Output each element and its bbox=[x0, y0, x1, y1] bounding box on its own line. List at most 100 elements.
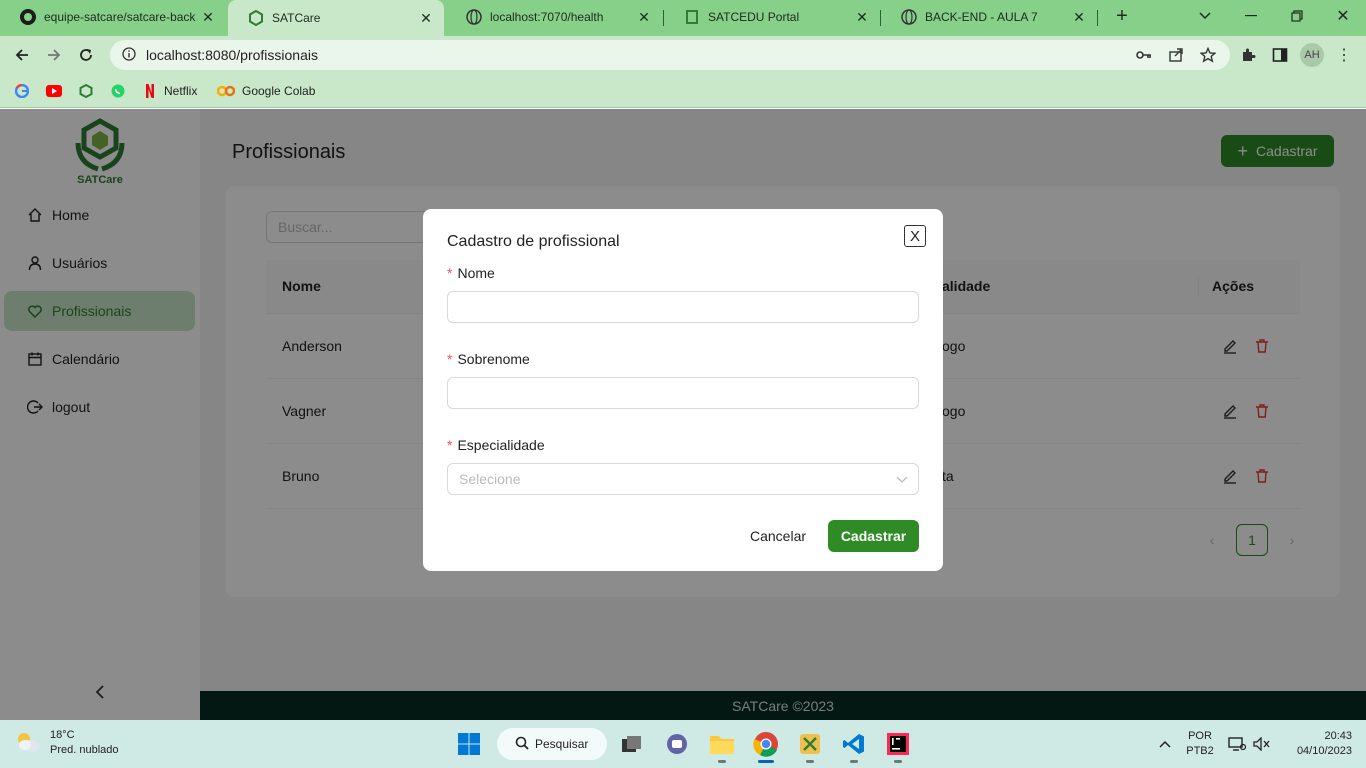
running-indicator bbox=[894, 760, 902, 763]
bookmark-star-icon[interactable] bbox=[1197, 44, 1219, 66]
sobrenome-input[interactable] bbox=[447, 377, 919, 409]
select-placeholder: Selecione bbox=[459, 471, 521, 487]
share-icon[interactable] bbox=[1165, 44, 1187, 66]
field-label-text: Especialidade bbox=[457, 437, 545, 453]
tab-title: localhost:7070/health bbox=[490, 10, 604, 24]
side-panel-icon[interactable] bbox=[1269, 44, 1291, 66]
field-label-text: Sobrenome bbox=[457, 351, 530, 367]
minimize-icon[interactable] bbox=[1229, 0, 1273, 32]
start-button[interactable] bbox=[453, 728, 485, 760]
input-language[interactable]: POR PTB2 bbox=[1184, 729, 1216, 759]
cancel-button[interactable]: Cancelar bbox=[741, 520, 815, 552]
app-viewport: SATCare Home Usuários Profissionais Cale… bbox=[0, 109, 1366, 720]
browser-toolbar: localhost:8080/profissionais AH ⋮ bbox=[0, 36, 1366, 74]
key-icon[interactable] bbox=[1133, 44, 1155, 66]
chrome-menu-icon[interactable]: ⋮ bbox=[1333, 44, 1355, 66]
field-label-sobrenome: * Sobrenome bbox=[447, 351, 530, 367]
required-marker: * bbox=[447, 265, 453, 281]
extensions-icon[interactable] bbox=[1237, 44, 1259, 66]
url-text: localhost:8080/profissionais bbox=[146, 47, 318, 63]
file-explorer-icon[interactable] bbox=[706, 728, 738, 763]
running-indicator bbox=[718, 760, 726, 763]
satcedu-icon bbox=[684, 9, 700, 25]
teams-chat-icon[interactable] bbox=[661, 728, 693, 760]
tab-title: BACK-END - AULA 7 bbox=[925, 10, 1038, 24]
bookmark-google[interactable] bbox=[14, 82, 36, 100]
vscode-icon[interactable] bbox=[838, 728, 870, 763]
running-indicator bbox=[758, 760, 774, 763]
task-view-icon[interactable] bbox=[616, 728, 648, 760]
close-tab-icon[interactable]: ✕ bbox=[854, 9, 870, 26]
satcare-icon bbox=[78, 83, 94, 99]
close-icon[interactable]: X bbox=[904, 225, 926, 247]
weather-temp: 18°C bbox=[50, 729, 75, 741]
google-icon bbox=[14, 83, 30, 99]
professional-form-modal: Cadastro de profissional X * Nome * Sobren… bbox=[423, 209, 943, 571]
close-window-icon[interactable]: ✕ bbox=[1321, 0, 1365, 32]
modal-title: Cadastro de profissional bbox=[447, 233, 620, 250]
snipping-tool-icon[interactable] bbox=[794, 728, 826, 763]
profile-avatar[interactable]: AH bbox=[1300, 43, 1324, 67]
clock-time: 20:43 bbox=[1324, 730, 1352, 742]
browser-tab-health[interactable]: localhost:7070/health ✕ bbox=[446, 0, 662, 34]
bookmark-youtube[interactable] bbox=[46, 82, 68, 100]
language-code: POR bbox=[1188, 730, 1212, 742]
back-icon[interactable] bbox=[8, 41, 36, 69]
clock-date: 04/10/2023 bbox=[1296, 745, 1352, 757]
bookmark-whatsapp[interactable] bbox=[110, 82, 132, 100]
taskbar-search[interactable]: Pesquisar bbox=[497, 728, 607, 760]
close-tab-icon[interactable]: ✕ bbox=[200, 9, 216, 26]
close-tab-icon[interactable]: ✕ bbox=[636, 9, 652, 26]
nome-input[interactable] bbox=[447, 291, 919, 323]
intellij-icon[interactable] bbox=[882, 728, 914, 763]
address-bar[interactable]: localhost:8080/profissionais bbox=[110, 40, 1230, 70]
volume-muted-icon[interactable] bbox=[1250, 728, 1274, 760]
cloudy-weather-icon bbox=[14, 730, 42, 757]
bookmark-label: Netflix bbox=[164, 84, 198, 98]
windows-taskbar: 18°C Pred. nublado Pesquisar POR PTB2 20… bbox=[0, 720, 1366, 768]
network-icon[interactable] bbox=[1224, 728, 1250, 760]
running-indicator bbox=[806, 760, 814, 763]
running-indicator bbox=[850, 760, 858, 763]
tab-search-icon[interactable] bbox=[1183, 0, 1227, 32]
youtube-icon bbox=[46, 83, 62, 99]
reload-icon[interactable] bbox=[72, 41, 100, 69]
field-label-nome: * Nome bbox=[447, 265, 495, 281]
tray-overflow-icon[interactable] bbox=[1150, 728, 1180, 760]
browser-tab-github[interactable]: equipe-satcare/satcare-back ✕ bbox=[0, 0, 226, 34]
taskbar-search-label: Pesquisar bbox=[535, 737, 589, 751]
chrome-taskbar-icon[interactable] bbox=[750, 728, 782, 763]
required-marker: * bbox=[447, 351, 453, 367]
tab-title: SATCare bbox=[272, 11, 321, 25]
browser-tab-strip: equipe-satcare/satcare-back ✕ SATCare ✕ … bbox=[0, 0, 1366, 36]
especialidade-select[interactable]: Selecione bbox=[447, 463, 919, 495]
browser-tab-satcare[interactable]: SATCare ✕ bbox=[228, 0, 444, 36]
tab-title: SATCEDU Portal bbox=[708, 10, 800, 24]
weather-desc: Pred. nublado bbox=[50, 744, 119, 756]
browser-tab-satcedu[interactable]: SATCEDU Portal ✕ bbox=[664, 0, 880, 34]
bookmark-netflix[interactable]: Netflix bbox=[142, 82, 197, 100]
close-tab-icon[interactable]: ✕ bbox=[1071, 9, 1087, 26]
whatsapp-icon bbox=[110, 83, 126, 99]
satcare-favicon-icon bbox=[248, 10, 264, 26]
globe-icon bbox=[466, 9, 482, 25]
bookmark-label: Google Colab bbox=[242, 84, 316, 98]
github-icon bbox=[20, 9, 36, 25]
colab-icon bbox=[216, 83, 236, 99]
search-icon bbox=[515, 736, 529, 753]
site-info-icon[interactable] bbox=[122, 46, 136, 64]
netflix-icon bbox=[142, 83, 158, 99]
bookmark-satcare[interactable] bbox=[78, 82, 100, 100]
forward-icon[interactable] bbox=[40, 41, 68, 69]
bookmark-google-colab[interactable]: Google Colab bbox=[216, 82, 315, 100]
close-tab-icon[interactable]: ✕ bbox=[418, 10, 434, 27]
weather-widget[interactable]: 18°C Pred. nublado bbox=[14, 728, 119, 758]
submit-button[interactable]: Cadastrar bbox=[828, 520, 919, 552]
chevron-down-icon bbox=[896, 472, 908, 484]
bookmarks-bar: Netflix Google Colab bbox=[0, 74, 1366, 108]
field-label-especialidade: * Especialidade bbox=[447, 437, 545, 453]
new-tab-icon[interactable]: + bbox=[1100, 0, 1144, 32]
browser-tab-backend[interactable]: BACK-END - AULA 7 ✕ bbox=[881, 0, 1097, 34]
clock[interactable]: 20:43 04/10/2023 bbox=[1282, 729, 1352, 759]
restore-icon[interactable] bbox=[1275, 0, 1319, 32]
